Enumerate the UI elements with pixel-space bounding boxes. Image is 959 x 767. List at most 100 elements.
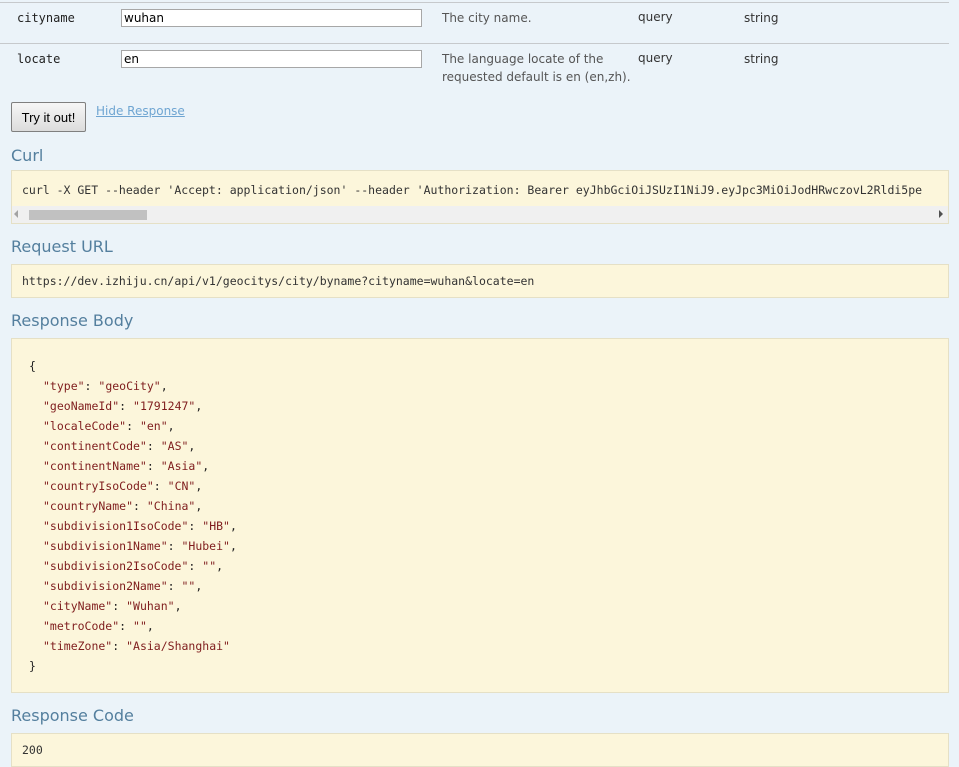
request-url-heading: Request URL [11,237,113,256]
scroll-left-arrow-icon[interactable] [14,210,18,218]
json-key: "geoNameId" [43,399,120,413]
json-field: "metroCode": "", [43,619,154,633]
json-value: "AS" [160,439,189,453]
request-url-text: https://dev.izhiju.cn/api/v1/geocitys/ci… [22,274,535,288]
response-code-value: 200 [22,743,43,757]
json-value: "Asia/Shanghai" [126,639,230,653]
scrollbar-thumb[interactable] [29,210,147,220]
json-value: "CN" [167,479,196,493]
curl-heading: Curl [11,146,44,165]
param-data-type: string [744,52,779,66]
hide-response-link[interactable]: Hide Response [96,104,185,118]
request-url-block: https://dev.izhiju.cn/api/v1/geocitys/ci… [11,264,949,298]
param-data-type: string [744,11,779,25]
param-name: cityname [17,11,75,25]
json-separator: , [160,379,168,393]
param-name: locate [17,52,61,66]
json-colon: : [119,399,134,413]
locate-input[interactable] [121,50,422,68]
json-value: "1791247" [133,399,196,413]
json-open-brace: { [29,359,36,373]
json-colon: : [153,479,168,493]
param-type: query [638,10,673,24]
json-colon: : [112,599,127,613]
json-separator: , [216,559,224,573]
json-field: "cityName": "Wuhan", [43,599,182,613]
json-value: "HB" [202,519,230,533]
json-colon: : [146,459,161,473]
response-body-heading: Response Body [11,311,134,330]
json-field: "geoNameId": "1791247", [43,399,202,413]
json-separator: , [167,419,175,433]
json-value: "geoCity" [98,379,161,393]
json-separator: , [229,539,237,553]
json-value: "Asia" [160,459,203,473]
json-field: "subdivision1IsoCode": "HB", [43,519,237,533]
json-key: "countryIsoCode" [43,479,154,493]
json-separator: , [195,399,203,413]
json-field: "localeCode": "en", [43,419,175,433]
json-key: "subdivision2IsoCode" [43,559,189,573]
json-field: "continentCode": "AS", [43,439,195,453]
json-colon: : [126,419,140,433]
param-description: The language locate of the requested def… [442,52,631,84]
json-key: "type" [43,379,85,393]
horizontal-scrollbar[interactable] [12,206,948,223]
curl-command: curl -X GET --header 'Accept: applicatio… [22,183,923,197]
json-key: "timeZone" [43,639,113,653]
json-key: "localeCode" [43,419,127,433]
json-key: "countryName" [43,499,134,513]
json-colon: : [119,619,134,633]
json-field: "subdivision1Name": "Hubei", [43,539,237,553]
json-colon: : [146,439,161,453]
json-key: "metroCode" [43,619,120,633]
json-key: "subdivision2Name" [43,579,168,593]
json-close-brace: } [29,659,36,673]
json-colon: : [167,579,182,593]
json-separator: , [146,619,154,633]
json-value: "" [133,619,147,633]
json-value: "Hubei" [181,539,230,553]
json-separator: , [174,599,182,613]
json-key: "continentCode" [43,439,147,453]
json-separator: , [195,479,203,493]
json-key: "subdivision1IsoCode" [43,519,189,533]
json-key: "cityName" [43,599,113,613]
json-value: "China" [146,499,196,513]
cityname-input[interactable] [121,9,422,27]
json-value: "en" [139,419,168,433]
api-operation-panel: cityname The city name. query string loc… [0,0,959,767]
json-colon: : [167,539,182,553]
json-field: "subdivision2IsoCode": "", [43,559,223,573]
json-colon: : [188,519,203,533]
json-field: "continentName": "Asia", [43,459,209,473]
json-field: "type": "geoCity", [43,379,168,393]
json-key: "continentName" [43,459,147,473]
json-separator: , [195,579,203,593]
json-separator: , [202,459,210,473]
json-key: "subdivision1Name" [43,539,168,553]
response-code-block: 200 [11,733,949,767]
json-separator: , [195,499,203,513]
json-colon: : [84,379,99,393]
param-description: The city name. [442,11,532,25]
scroll-right-arrow-icon[interactable] [939,210,943,218]
json-value: "Wuhan" [126,599,175,613]
json-colon: : [133,499,147,513]
json-field: "countryIsoCode": "CN", [43,479,202,493]
table-top-border [0,2,949,3]
json-value: "" [202,559,217,573]
json-field: "subdivision2Name": "", [43,579,202,593]
json-colon: : [112,639,127,653]
json-colon: : [188,559,203,573]
response-body-block: { "type": "geoCity", "geoNameId": "179124… [11,338,949,693]
json-separator: , [229,519,237,533]
json-separator: , [188,439,196,453]
json-field: "countryName": "China", [43,499,202,513]
json-field: "timeZone": "Asia/Shanghai" [43,639,230,653]
try-it-out-button[interactable]: Try it out! [11,102,86,132]
curl-code-block: curl -X GET --header 'Accept: applicatio… [11,170,949,224]
response-code-heading: Response Code [11,706,134,725]
json-value: "" [181,579,196,593]
row-divider [0,43,949,44]
